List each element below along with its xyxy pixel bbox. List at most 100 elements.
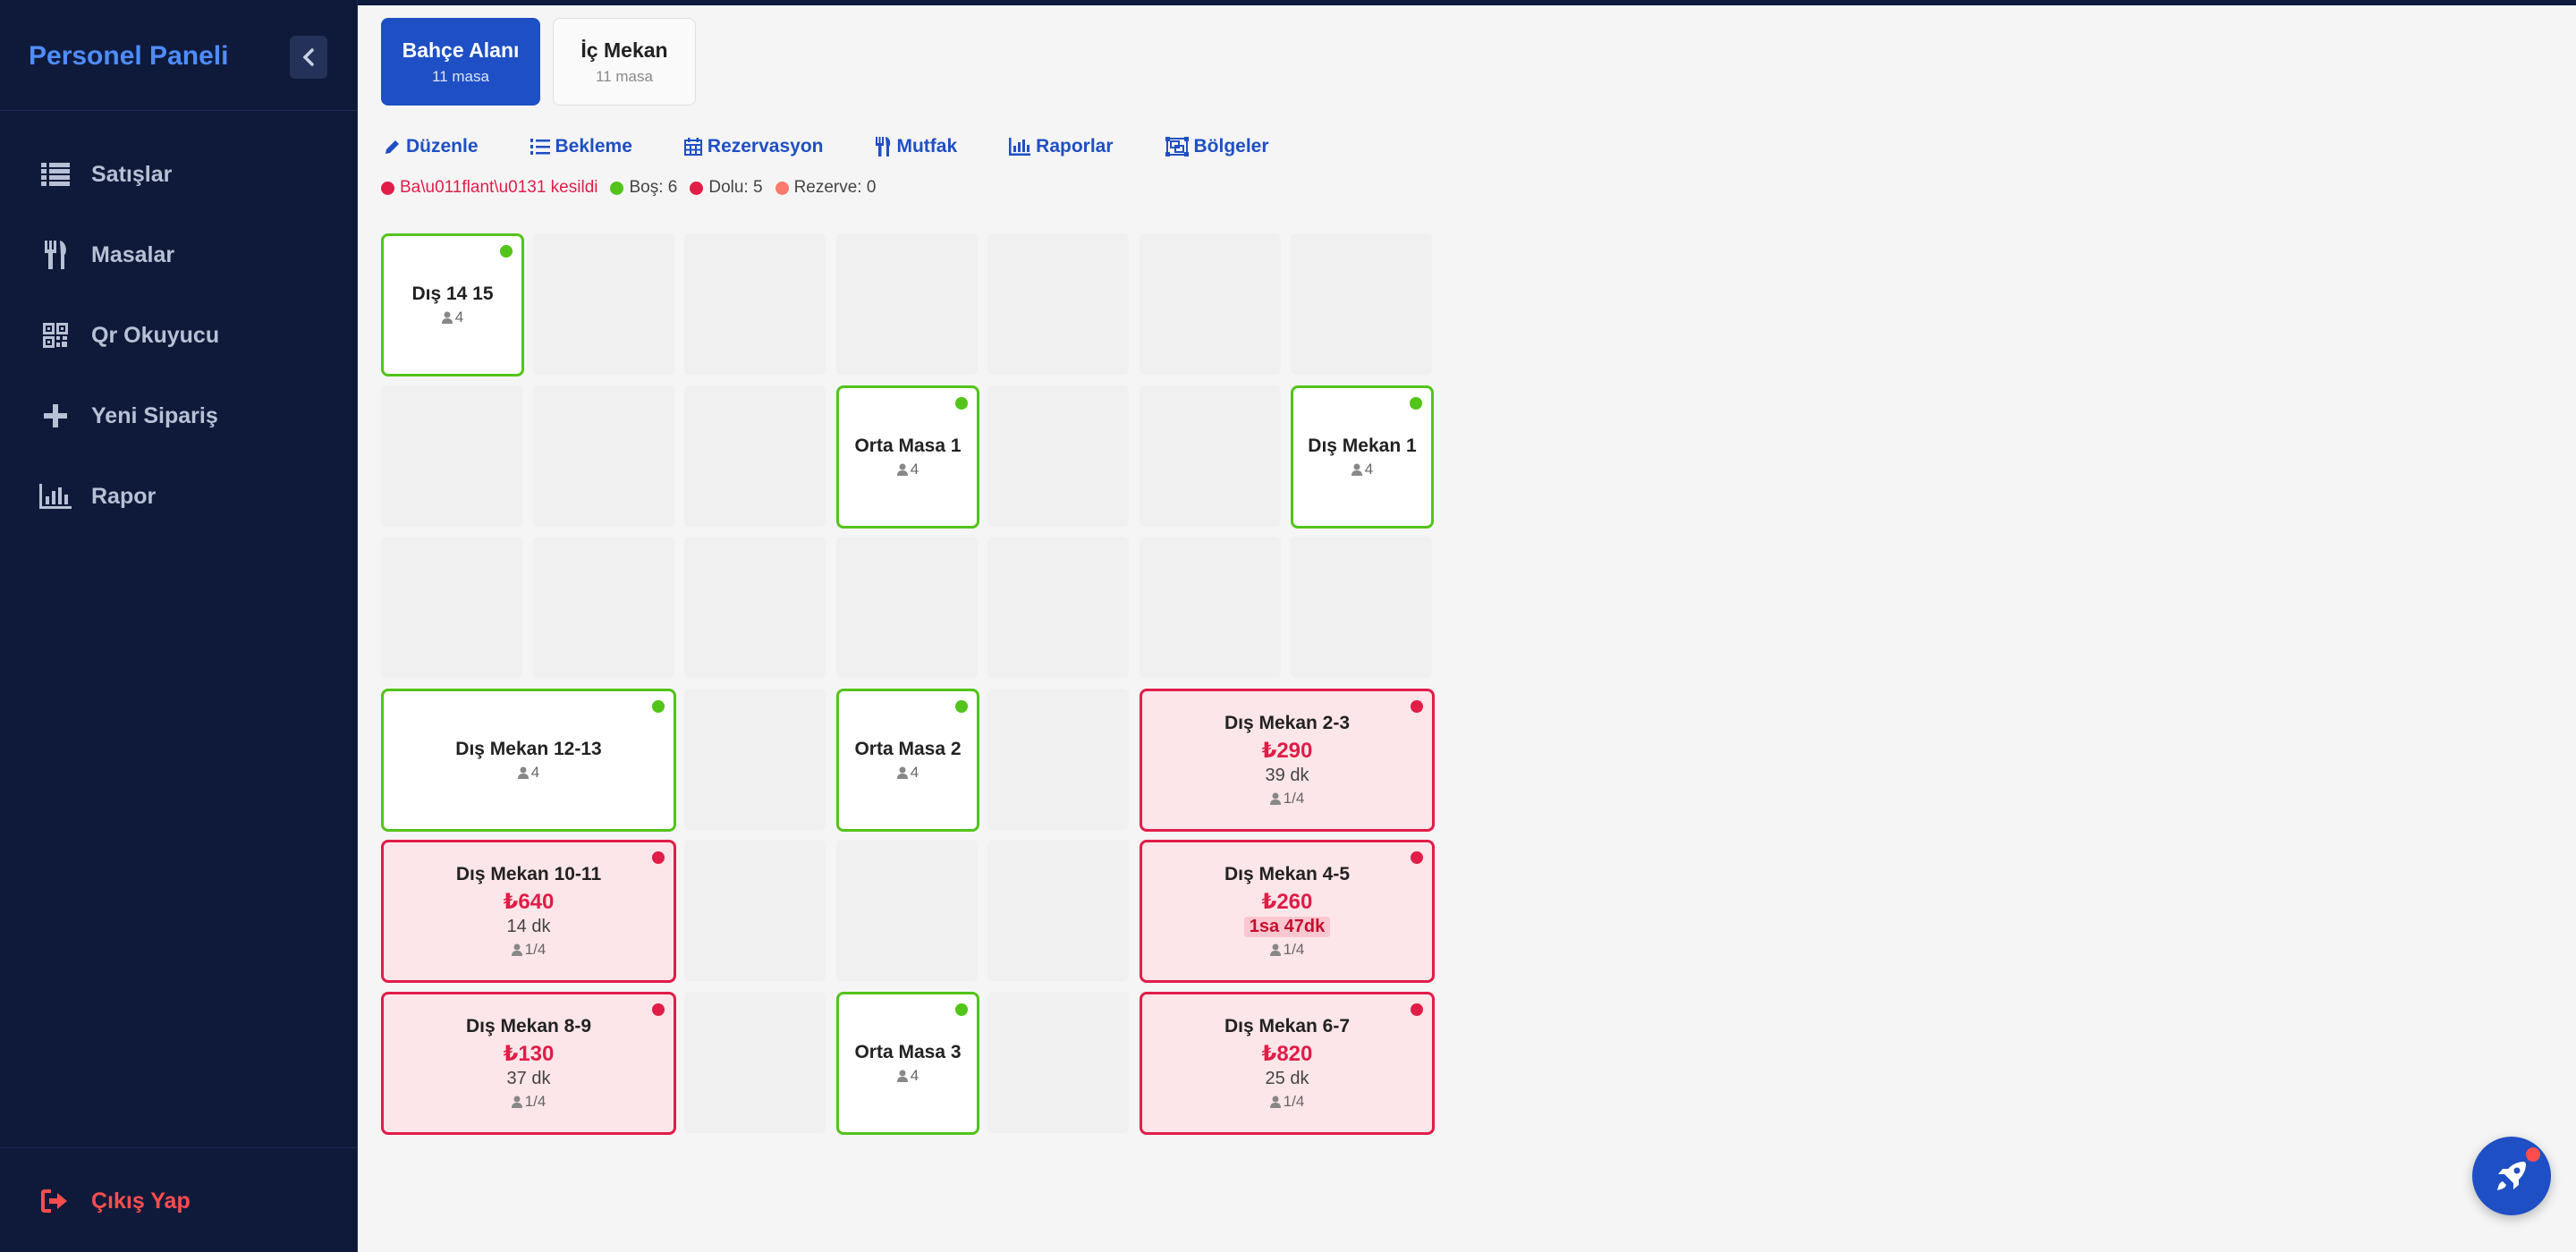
reports-label: Raporlar [1036, 136, 1114, 156]
sidebar-item-masalar[interactable]: Masalar [0, 215, 358, 295]
table-card[interactable]: Dış Mekan 10-11 ₺640 14 dk 1/4 [381, 840, 676, 983]
user-icon [1269, 792, 1281, 805]
empty-cell [684, 385, 826, 527]
table-capacity: 1/4 [511, 1093, 546, 1111]
object-group-icon [1165, 137, 1189, 156]
table-card[interactable]: Dış 14 15 4 [381, 233, 524, 376]
table-card[interactable]: Dış Mekan 4-5 ₺260 1sa 47dk 1/4 [1140, 840, 1435, 983]
table-name: Dış Mekan 8-9 [465, 1016, 592, 1036]
kitchen-label: Mutfak [896, 136, 958, 156]
edit-button[interactable]: Düzenle [385, 136, 479, 157]
tab-bahce-alani[interactable]: Bahçe Alanı 11 masa [381, 18, 540, 106]
table-duration: 39 dk [1265, 766, 1309, 785]
empty-cell [987, 992, 1129, 1133]
table-capacity-value: 4 [910, 764, 919, 781]
sidebar-item-label: Yeni Sipariş [91, 402, 218, 428]
table-name: Dış 14 15 [411, 283, 494, 304]
edit-label: Düzenle [406, 136, 479, 156]
logout-button[interactable]: Çıkış Yap [39, 1186, 191, 1216]
chart-bar-icon [39, 480, 72, 512]
user-icon [511, 1096, 522, 1108]
sidebar: Personel Paneli Satışlar Masalar Qr Okuy… [0, 0, 358, 1252]
status-dot [955, 700, 968, 713]
chart-bar-icon [1009, 138, 1031, 156]
tab-label: Bahçe Alanı [402, 38, 520, 62]
sidebar-item-yeni-siparis[interactable]: Yeni Sipariş [0, 376, 358, 456]
table-duration: 14 dk [506, 917, 551, 936]
chevron-left-icon [302, 48, 314, 66]
table-duration-overdue: 1sa 47dk [1243, 917, 1331, 937]
status-dot [652, 1003, 665, 1016]
status-dot [690, 181, 704, 195]
table-capacity: 4 [517, 764, 539, 782]
status-dot [610, 181, 624, 195]
utensils-icon [39, 239, 72, 271]
table-capacity-value: 1/4 [1283, 1093, 1305, 1110]
table-card[interactable]: Orta Masa 1 4 [836, 385, 979, 529]
list-icon [39, 158, 72, 190]
table-card[interactable]: Dış Mekan 12-13 4 [381, 689, 676, 832]
kitchen-button[interactable]: Mutfak [875, 136, 957, 157]
sidebar-item-rapor[interactable]: Rapor [0, 456, 358, 537]
connection-status-text: Ba\u011flant\u0131 kesildi [400, 178, 598, 197]
table-name: Dış Mekan 6-7 [1224, 1016, 1351, 1036]
table-capacity-value: 4 [910, 461, 919, 478]
table-name: Dış Mekan 1 [1308, 436, 1417, 456]
collapse-sidebar-button[interactable] [290, 36, 327, 79]
legend-busy: Dolu: 5 [690, 178, 763, 198]
empty-cell [381, 537, 522, 678]
empty-cell [684, 537, 826, 678]
empty-cell [987, 689, 1129, 830]
empty-cell [381, 385, 522, 527]
sidebar-item-label: Rapor [91, 483, 157, 509]
sidebar-item-satislar[interactable]: Satışlar [0, 134, 358, 215]
reports-button[interactable]: Raporlar [1009, 136, 1114, 157]
tab-ic-mekan[interactable]: İç Mekan 11 masa [553, 18, 696, 106]
table-name: Dış Mekan 2-3 [1224, 713, 1351, 733]
user-icon [517, 766, 529, 779]
sidebar-item-label: Satışlar [91, 161, 173, 187]
table-capacity-value: 4 [910, 1067, 919, 1084]
table-card[interactable]: Orta Masa 3 4 [836, 992, 979, 1135]
status-dot [1411, 1003, 1423, 1016]
table-card[interactable]: Dış Mekan 6-7 ₺820 25 dk 1/4 [1140, 992, 1435, 1135]
sidebar-nav: Satışlar Masalar Qr Okuyucu Yeni Sipariş… [0, 134, 358, 537]
user-icon [896, 1070, 908, 1082]
table-capacity-value: 1/4 [1283, 790, 1305, 807]
status-dot [1411, 700, 1423, 713]
table-duration: 25 dk [1265, 1069, 1309, 1088]
reservation-button[interactable]: Rezervasyon [683, 136, 824, 157]
table-card[interactable]: Dış Mekan 1 4 [1291, 385, 1434, 529]
sidebar-footer: Çıkış Yap [0, 1147, 358, 1252]
regions-button[interactable]: Bölgeler [1165, 136, 1269, 157]
empty-cell [836, 233, 978, 375]
empty-cell [684, 992, 826, 1133]
brand-title: Personel Paneli [29, 41, 229, 71]
table-card[interactable]: Orta Masa 2 4 [836, 689, 979, 832]
list-ol-icon [530, 139, 550, 155]
table-card[interactable]: Dış Mekan 8-9 ₺130 37 dk 1/4 [381, 992, 676, 1135]
logout-label: Çıkış Yap [91, 1188, 191, 1214]
tab-count: 11 masa [596, 67, 653, 85]
sidebar-header: Personel Paneli [0, 0, 358, 111]
rocket-icon [2497, 1162, 2526, 1190]
table-capacity-value: 4 [1364, 461, 1374, 478]
sidebar-item-qr-okuyucu[interactable]: Qr Okuyucu [0, 295, 358, 376]
status-dot [381, 181, 394, 195]
legend-free-text: Boş: 6 [629, 178, 678, 197]
table-card[interactable]: Dış Mekan 2-3 ₺290 39 dk 1/4 [1140, 689, 1435, 832]
qrcode-icon [39, 319, 72, 351]
empty-cell [987, 385, 1129, 527]
reservation-label: Rezervasyon [707, 136, 824, 156]
table-name: Dış Mekan 4-5 [1224, 864, 1351, 884]
rocket-fab-button[interactable] [2472, 1137, 2551, 1215]
table-capacity: 1/4 [1269, 941, 1304, 959]
sign-out-icon [39, 1186, 70, 1216]
status-dot [775, 181, 789, 195]
user-icon [1269, 1096, 1281, 1108]
table-capacity-value: 4 [454, 309, 464, 326]
waiting-button[interactable]: Bekleme [530, 136, 632, 157]
legend-free: Boş: 6 [610, 178, 677, 198]
sidebar-item-label: Qr Okuyucu [91, 322, 220, 348]
table-total: ₺640 [503, 890, 555, 914]
